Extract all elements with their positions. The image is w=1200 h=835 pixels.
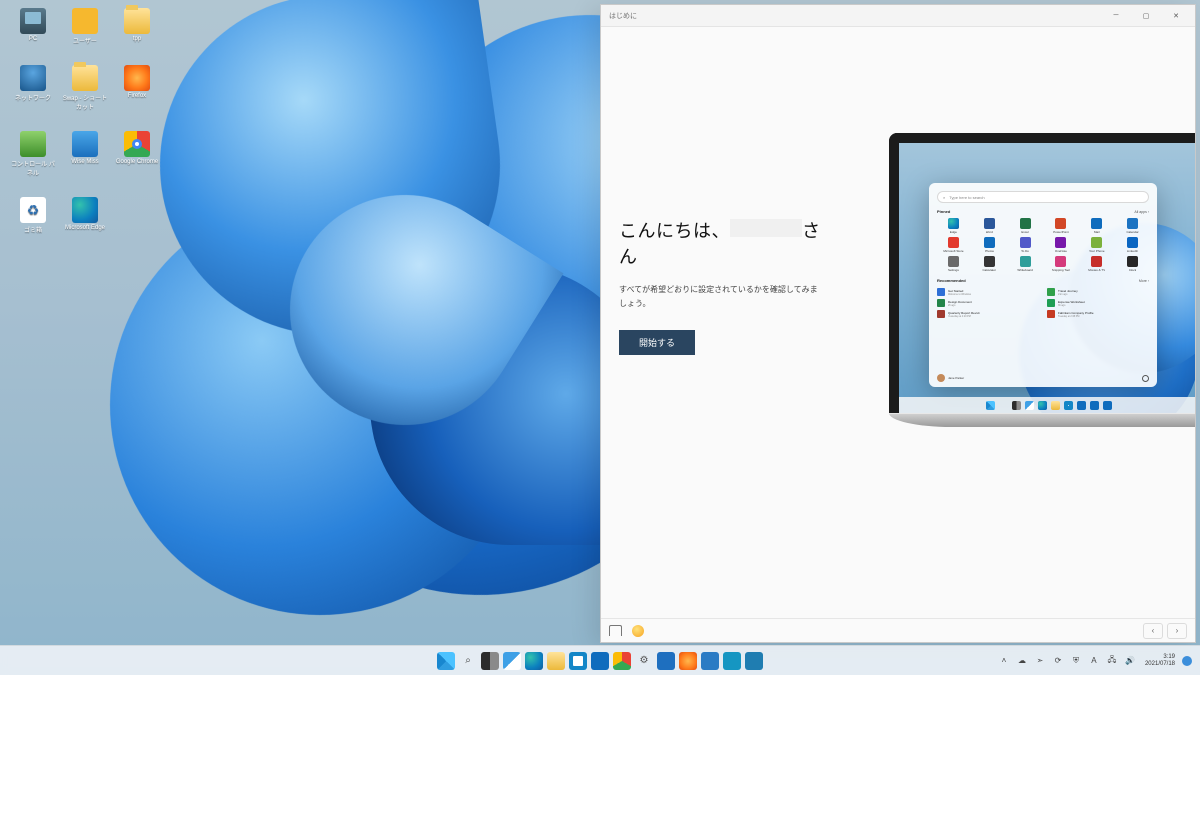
search-icon: ⌕: [943, 195, 945, 200]
icon-label: ユーザー: [73, 36, 97, 45]
home-tab-icon[interactable]: [609, 625, 622, 636]
desktop-icon-swap-glyph: [72, 65, 98, 91]
greeting-body: すべてが希望どおりに設定されているかを確認してみましょう。: [619, 283, 825, 310]
nav-prev-button[interactable]: ‹: [1143, 623, 1163, 639]
ime-tray-icon[interactable]: A: [1087, 654, 1101, 668]
icon-label: ゴミ箱: [24, 225, 42, 234]
desktop-icon-pc-glyph: [20, 8, 46, 34]
app-b-taskbar-icon[interactable]: [745, 652, 763, 670]
desktop-icon-edge-glyph: [72, 197, 98, 223]
get-started-window: はじめに ─ ▢ ✕ こんにちは、さん すべてが希望どおりに設定されているかを確…: [600, 4, 1196, 643]
wise-taskbar-icon[interactable]: [701, 652, 719, 670]
bluetooth-tray-icon[interactable]: ➣: [1033, 654, 1047, 668]
network-tray-icon[interactable]: 🖧: [1105, 654, 1119, 668]
mail-taskbar-icon[interactable]: [591, 652, 609, 670]
desktop-icon-recycle-bin-glyph: ♻: [20, 197, 46, 223]
power-icon: [1142, 375, 1149, 382]
icon-label: tpp: [133, 36, 141, 42]
minimize-button[interactable]: ─: [1101, 5, 1131, 27]
desktop-icon-control-panel[interactable]: コントロール パネル: [10, 131, 56, 177]
settings-taskbar-icon[interactable]: ⚙: [635, 652, 653, 670]
tips-tab-icon[interactable]: [632, 625, 644, 637]
icon-label: Firefox: [128, 93, 146, 99]
desktop-icon-chrome[interactable]: Google Chrome: [114, 131, 160, 177]
shield-tray-icon[interactable]: ⛨: [1069, 654, 1083, 668]
desktop-icon-swap[interactable]: Swap - ショートカット: [62, 65, 108, 111]
window-title: はじめに: [609, 11, 1101, 21]
start-menu-preview: ⌕Type here to search PinnedAll apps › Ed…: [929, 183, 1157, 387]
desktop-icon-chrome-glyph: [124, 131, 150, 157]
store-taskbar-icon[interactable]: [569, 652, 587, 670]
edge-taskbar-icon[interactable]: [525, 652, 543, 670]
desktop-icon-recycle-bin[interactable]: ♻ ゴミ箱: [10, 197, 56, 234]
desktop[interactable]: PC ユーザー tpp ネットワーク Swap - ショートカット Firefox コントロ…: [0, 0, 1200, 675]
icon-label: コントロール パネル: [10, 159, 56, 177]
laptop-illustration: ⌕Type here to search PinnedAll apps › Ed…: [841, 27, 1195, 618]
icon-label: ネットワーク: [15, 93, 51, 102]
desktop-icon-user[interactable]: ユーザー: [62, 8, 108, 45]
firefox-taskbar-icon[interactable]: [679, 652, 697, 670]
desktop-icon-control-panel-glyph: [20, 131, 46, 157]
desktop-icon-network[interactable]: ネットワーク: [10, 65, 56, 111]
icon-label: Swap - ショートカット: [62, 93, 108, 111]
close-button[interactable]: ✕: [1161, 5, 1191, 27]
volume-tray-icon[interactable]: 🔊: [1123, 654, 1137, 668]
desktop-icon-network-glyph: [20, 65, 46, 91]
get-started-button[interactable]: 開始する: [619, 330, 695, 355]
taskbar: ⌕ ⚙ ˄ ☁ ➣ ⟳ ⛨ A 🖧 🔊 3:192021/07/18: [0, 645, 1200, 675]
app-a-taskbar-icon[interactable]: [723, 652, 741, 670]
start-search-preview: ⌕Type here to search: [937, 191, 1149, 203]
start-button[interactable]: [437, 652, 455, 670]
user-name-blank: [730, 219, 802, 237]
desktop-icon-firefox-glyph: [124, 65, 150, 91]
chevron-up-icon[interactable]: ˄: [997, 654, 1011, 668]
widgets-button[interactable]: [503, 652, 521, 670]
desktop-icon-pc[interactable]: PC: [10, 8, 56, 45]
desktop-icon-tpp-glyph: [124, 8, 150, 34]
icon-label: Microsoft Edge: [65, 225, 105, 231]
desktop-icon-firefox[interactable]: Firefox: [114, 65, 160, 111]
desktop-icon-tpp[interactable]: tpp: [114, 8, 160, 45]
taskbar-clock[interactable]: 3:192021/07/18: [1145, 654, 1175, 667]
desktop-icon-wisemiss[interactable]: Wise Miss: [62, 131, 108, 177]
sync-tray-icon[interactable]: ⟳: [1051, 654, 1065, 668]
icon-label: Google Chrome: [116, 159, 158, 165]
notifications-button[interactable]: [1182, 656, 1192, 666]
desktop-icon-edge[interactable]: Microsoft Edge: [62, 197, 108, 234]
nav-next-button[interactable]: ›: [1167, 623, 1187, 639]
explorer-taskbar-icon[interactable]: [547, 652, 565, 670]
chrome-taskbar-icon[interactable]: [613, 652, 631, 670]
titlebar[interactable]: はじめに ─ ▢ ✕: [601, 5, 1195, 27]
task-view-button[interactable]: [481, 652, 499, 670]
icon-label: Wise Miss: [71, 159, 98, 165]
search-button[interactable]: ⌕: [459, 652, 477, 670]
desktop-icon-user-glyph: [72, 8, 98, 34]
maximize-button[interactable]: ▢: [1131, 5, 1161, 27]
desktop-icon-wisemiss-glyph: [72, 131, 98, 157]
greeting-heading: こんにちは、さん: [619, 217, 825, 269]
onedrive-tray-icon[interactable]: ☁: [1015, 654, 1029, 668]
icon-label: PC: [29, 36, 37, 42]
security-taskbar-icon[interactable]: [657, 652, 675, 670]
